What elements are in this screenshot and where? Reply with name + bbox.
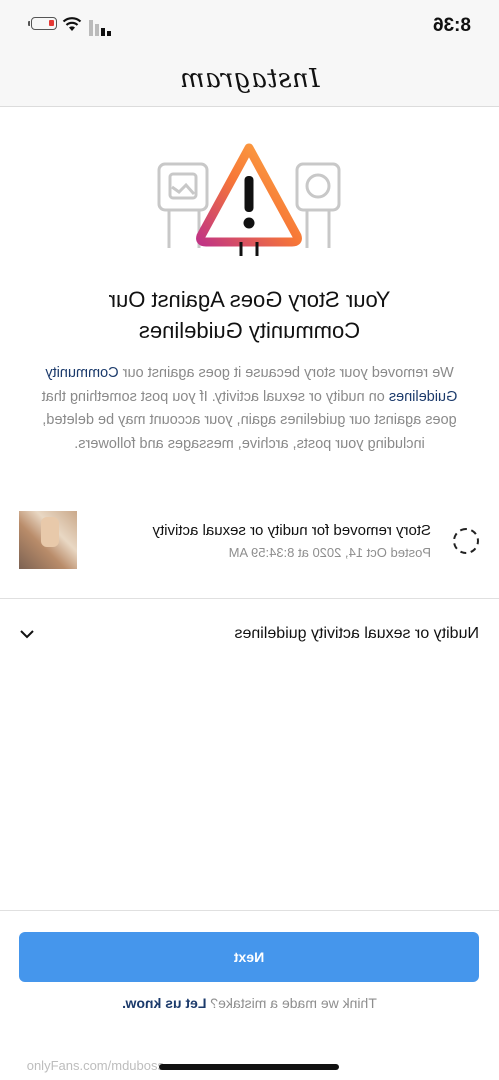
watermark: onlyFans.com/mduboss — [26, 1058, 164, 1073]
signal-icon — [89, 20, 111, 36]
desc-part1: We removed your story because it goes ag… — [122, 365, 454, 381]
mistake-prompt: Think we made a mistake? Let us know. — [0, 995, 499, 1011]
notice-title-line1: Your Story Goes Against Our — [108, 287, 391, 312]
warning-icon — [196, 143, 302, 256]
status-time: 8:36 — [432, 15, 471, 36]
let-us-know-link[interactable]: Let us know. — [122, 995, 206, 1011]
chat-icon — [295, 162, 341, 248]
guidelines-warning-illustration — [157, 143, 341, 256]
story-posted-time: Posted Oct 14, 2020 at 8:34:59 AM — [228, 545, 431, 560]
battery-icon — [31, 17, 57, 30]
guidelines-accordion[interactable]: Nudity or sexual activity guidelines — [0, 610, 499, 660]
notice-title: Your Story Goes Against Our Community Gu… — [40, 284, 459, 346]
divider — [0, 910, 499, 911]
next-button[interactable]: Next — [19, 932, 479, 982]
notice-description: We removed your story because it goes ag… — [40, 362, 459, 456]
removed-story-row[interactable]: Story removed for nudity or sexual activ… — [0, 504, 499, 574]
mistake-prefix: Think we made a mistake? — [210, 995, 377, 1011]
wifi-icon — [62, 17, 82, 31]
home-indicator[interactable] — [159, 1064, 339, 1070]
battery-tip — [28, 21, 30, 26]
story-status-icon — [453, 528, 479, 554]
divider — [0, 598, 499, 599]
story-thumbnail — [19, 511, 77, 569]
instagram-logo: Instagram — [179, 64, 320, 94]
status-bar: 8:36 — [0, 0, 499, 50]
nav-bar: Instagram — [0, 50, 499, 107]
accordion-label: Nudity or sexual activity guidelines — [234, 625, 479, 642]
chevron-down-icon — [20, 630, 34, 639]
page: 8:36 Instagram Your Story Goes Against O… — [0, 0, 499, 1080]
story-removed-title: Story removed for nudity or sexual activ… — [152, 522, 431, 539]
notice-title-line2: Community Guidelines — [138, 318, 361, 343]
